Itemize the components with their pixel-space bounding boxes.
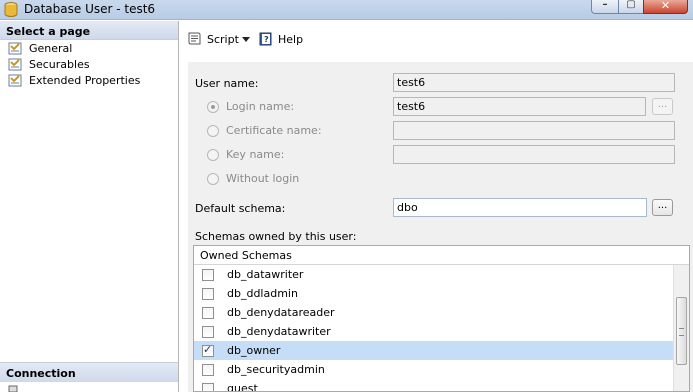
schema-checkbox[interactable] bbox=[202, 287, 214, 300]
schema-checkbox[interactable] bbox=[202, 325, 214, 338]
window-title: Database User - test6 bbox=[24, 2, 156, 16]
key-name-radio[interactable] bbox=[207, 149, 219, 161]
owned-schemas-list: Owned Schemas db_datawriter db_ddladmin … bbox=[193, 245, 690, 392]
help-label: Help bbox=[278, 32, 304, 46]
general-page: User name: test6 Login name: test6 ... C… bbox=[188, 62, 693, 392]
page-item-label: Extended Properties bbox=[29, 73, 141, 87]
schema-name: db_owner bbox=[227, 344, 281, 357]
schema-name: db_securityadmin bbox=[227, 363, 325, 376]
schema-checkbox[interactable] bbox=[202, 268, 214, 281]
page-item-extended-properties[interactable]: Extended Properties bbox=[0, 72, 178, 88]
user-name-field[interactable]: test6 bbox=[393, 73, 675, 92]
default-schema-label: Default schema: bbox=[195, 202, 286, 215]
server-icon bbox=[8, 385, 18, 392]
schemas-owned-label: Schemas owned by this user: bbox=[195, 230, 357, 243]
certificate-name-label: Certificate name: bbox=[226, 124, 322, 137]
login-name-label: Login name: bbox=[226, 100, 295, 113]
schema-checkbox[interactable] bbox=[202, 343, 214, 357]
maximize-button[interactable]: ▢ bbox=[618, 0, 644, 14]
list-item[interactable]: db_denydatawriter bbox=[194, 322, 689, 341]
toolbar: Script ? Help bbox=[180, 21, 693, 59]
connection-header: Connection bbox=[0, 362, 178, 382]
close-button[interactable]: ✕ bbox=[643, 0, 688, 14]
user-name-label: User name: bbox=[195, 77, 259, 90]
key-name-label: Key name: bbox=[226, 148, 285, 161]
help-book-icon: ? bbox=[259, 32, 272, 46]
page-item-securables[interactable]: Securables bbox=[0, 56, 178, 72]
database-icon bbox=[4, 2, 18, 17]
default-schema-browse-button[interactable]: ... bbox=[652, 199, 673, 216]
key-name-field[interactable] bbox=[393, 145, 675, 164]
list-item[interactable]: guest bbox=[194, 379, 689, 392]
schema-name: db_datawriter bbox=[227, 268, 304, 281]
list-item[interactable]: db_datawriter bbox=[194, 265, 689, 284]
schema-name: db_denydatareader bbox=[227, 306, 335, 319]
without-login-radio[interactable] bbox=[207, 173, 219, 185]
schema-checkbox[interactable] bbox=[202, 382, 214, 391]
login-name-field[interactable]: test6 bbox=[393, 97, 646, 116]
list-item[interactable]: db_ddladmin bbox=[194, 284, 689, 303]
schema-name: db_denydatawriter bbox=[227, 325, 331, 338]
minimize-button[interactable]: – bbox=[591, 0, 619, 14]
select-page-header: Select a page bbox=[0, 21, 178, 40]
title-bar: Database User - test6 – ▢ ✕ bbox=[0, 0, 693, 20]
properties-page-icon bbox=[8, 42, 22, 54]
properties-page-icon bbox=[8, 58, 22, 70]
script-label: Script bbox=[207, 32, 239, 46]
schema-name: db_ddladmin bbox=[227, 287, 298, 300]
login-name-browse-button[interactable]: ... bbox=[652, 98, 673, 115]
schema-name: guest bbox=[227, 382, 258, 392]
page-selector-pane: Select a page General Securables Extende… bbox=[0, 21, 179, 392]
list-item[interactable]: db_securityadmin bbox=[194, 360, 689, 379]
schema-checkbox[interactable] bbox=[202, 363, 214, 376]
page-item-label: General bbox=[29, 41, 73, 55]
properties-page-icon bbox=[8, 74, 22, 86]
default-schema-field[interactable]: dbo bbox=[393, 198, 647, 217]
list-item[interactable]: db_owner bbox=[194, 341, 689, 360]
scroll-thumb[interactable] bbox=[676, 297, 687, 365]
script-icon bbox=[188, 32, 201, 45]
script-button[interactable]: Script bbox=[186, 31, 239, 47]
main-panel: Script ? Help User name: test6 Login nam… bbox=[180, 21, 693, 392]
svg-text:?: ? bbox=[264, 35, 269, 44]
list-item[interactable]: db_denydatareader bbox=[194, 303, 689, 322]
login-name-radio[interactable] bbox=[207, 101, 219, 113]
vertical-scrollbar[interactable] bbox=[673, 265, 689, 391]
certificate-name-field[interactable] bbox=[393, 121, 675, 140]
without-login-label: Without login bbox=[226, 172, 300, 185]
owned-schemas-header[interactable]: Owned Schemas bbox=[194, 246, 689, 265]
page-item-label: Securables bbox=[29, 57, 90, 71]
page-item-general[interactable]: General bbox=[0, 40, 178, 56]
certificate-name-radio[interactable] bbox=[207, 125, 219, 137]
chevron-down-icon[interactable] bbox=[242, 37, 250, 42]
schema-checkbox[interactable] bbox=[202, 306, 214, 319]
help-button[interactable]: ? Help bbox=[258, 31, 303, 47]
